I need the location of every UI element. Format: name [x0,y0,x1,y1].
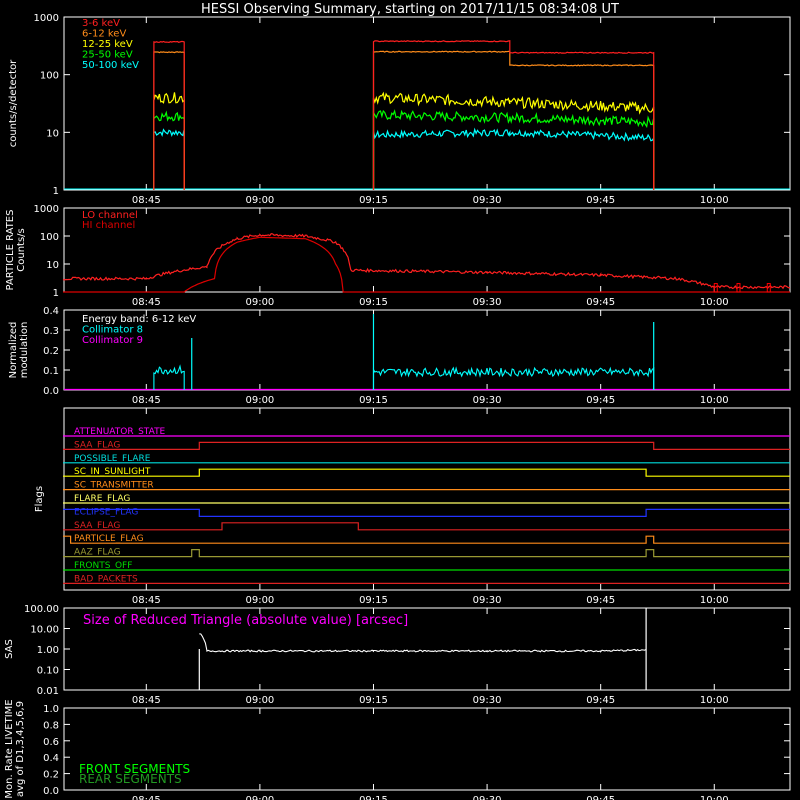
time-tick-label: 09:30 [473,195,502,206]
y-tick-label: 1000 [34,13,59,24]
time-tick-label: 10:00 [700,195,729,206]
time-tick-label: 09:00 [245,395,274,406]
y-axis-label-2: modulation [19,322,30,379]
legend-entry: 50-100 keV [82,60,139,71]
legend-entry: 3-6 keV [82,18,120,29]
flag-label: BAD_PACKETS [74,574,138,584]
legend-entry: Collimator 9 [82,335,143,346]
sas-annotation: Size of Reduced Triangle (absolute value… [83,613,408,628]
time-tick-label: 10:00 [700,297,729,308]
figure-title: HESSI Observing Summary, starting on 201… [201,2,619,17]
time-tick-label: 08:45 [132,395,161,406]
time-tick-label: 09:00 [245,297,274,308]
time-tick-label: 09:30 [473,695,502,706]
time-tick-label: 10:00 [700,795,729,800]
figure-background [0,0,800,800]
y-tick-label: 1.0 [43,704,59,715]
time-tick-label: 09:15 [359,297,388,308]
time-tick-label: 10:00 [700,695,729,706]
y-axis-label: counts/s/detector [8,59,19,147]
y-tick-label: 0.4 [43,753,59,764]
time-tick-label: 09:15 [359,395,388,406]
time-tick-label: 09:00 [245,795,274,800]
time-tick-label: 08:45 [132,195,161,206]
time-tick-label: 09:45 [586,395,615,406]
time-tick-label: 09:30 [473,395,502,406]
time-tick-label: 08:45 [132,795,161,800]
time-tick-label: 09:15 [359,595,388,606]
y-tick-label: 10.00 [30,625,59,636]
legend-entry: 12-25 keV [82,39,133,50]
time-tick-label: 09:30 [473,595,502,606]
time-tick-label: 09:00 [245,595,274,606]
time-tick-label: 09:30 [473,297,502,308]
y-axis-label-2: Counts/s [16,228,27,272]
time-tick-label: 10:00 [700,595,729,606]
y-tick-label: 1 [53,186,59,197]
y-tick-label: 0.0 [43,386,59,397]
flag-label: PARTICLE_FLAG [74,534,144,544]
observing-summary-figure: HESSI Observing Summary, starting on 201… [0,0,800,800]
y-tick-label: 100 [40,71,59,82]
y-tick-label: 0.3 [43,326,59,337]
time-tick-label: 09:45 [586,195,615,206]
legend-entry: HI channel [82,220,135,231]
time-tick-label: 09:45 [586,595,615,606]
y-axis-label: Flags [34,486,45,512]
time-tick-label: 09:15 [359,795,388,800]
y-tick-label: 1000 [34,204,59,215]
flag-label: FLARE_FLAG [74,494,130,504]
y-tick-label: 0.10 [37,666,59,677]
y-tick-label: 100.00 [24,604,59,615]
y-tick-label: 10 [46,260,59,271]
y-tick-label: 1.00 [37,645,59,656]
legend-entry: 25-50 keV [82,50,133,61]
y-axis-label: PARTICLE RATES [5,210,16,291]
time-tick-label: 09:45 [586,695,615,706]
time-tick-label: 09:00 [245,695,274,706]
flag-label: ECLIPSE_FLAG [74,507,138,517]
y-axis-label: Mon. Rate LIVETIME [4,699,15,798]
legend-entry: Energy band: 6-12 keV [82,314,196,325]
flag-label: POSSIBLE_FLARE [74,454,151,464]
legend-entry: 6-12 keV [82,29,126,40]
y-axis-label: SAS [4,639,15,659]
y-tick-label: 0.1 [43,366,59,377]
flag-label: AAZ_FLAG [74,548,121,558]
flag-label: SAA_FLAG [74,521,120,531]
y-tick-label: 0.6 [43,737,59,748]
y-tick-label: 0.4 [43,306,59,317]
time-tick-label: 08:45 [132,595,161,606]
flag-label: SC_TRANSMITTER [74,481,154,491]
y-axis-label: Normalized [8,322,19,379]
time-tick-label: 09:15 [359,695,388,706]
y-tick-label: 1 [53,288,59,299]
time-tick-label: 09:00 [245,195,274,206]
y-tick-label: 0.0 [43,786,59,797]
time-tick-label: 08:45 [132,297,161,308]
legend-entry: Collimator 8 [82,325,143,336]
y-tick-label: 0.8 [43,720,59,731]
flag-label: ATTENUATOR_STATE [74,427,166,437]
time-tick-label: 08:45 [132,695,161,706]
y-tick-label: 0.2 [43,346,59,357]
time-tick-label: 09:45 [586,795,615,800]
time-tick-label: 09:45 [586,297,615,308]
time-tick-label: 10:00 [700,395,729,406]
flag-label: SC_IN_SUNLIGHT [74,467,151,477]
y-tick-label: 0.01 [37,686,59,697]
flag-label: SAA_FLAG [74,440,120,450]
time-tick-label: 09:30 [473,795,502,800]
flag-label: FRONTS_OFF [74,561,132,571]
y-tick-label: 100 [40,232,59,243]
time-tick-label: 09:15 [359,195,388,206]
legend-entry: REAR SEGMENTS [79,772,182,786]
y-tick-label: 10 [46,128,59,139]
y-axis-label-2: avg of D1,3,4,5,6,9 [15,701,26,797]
y-tick-label: 0.2 [43,770,59,781]
